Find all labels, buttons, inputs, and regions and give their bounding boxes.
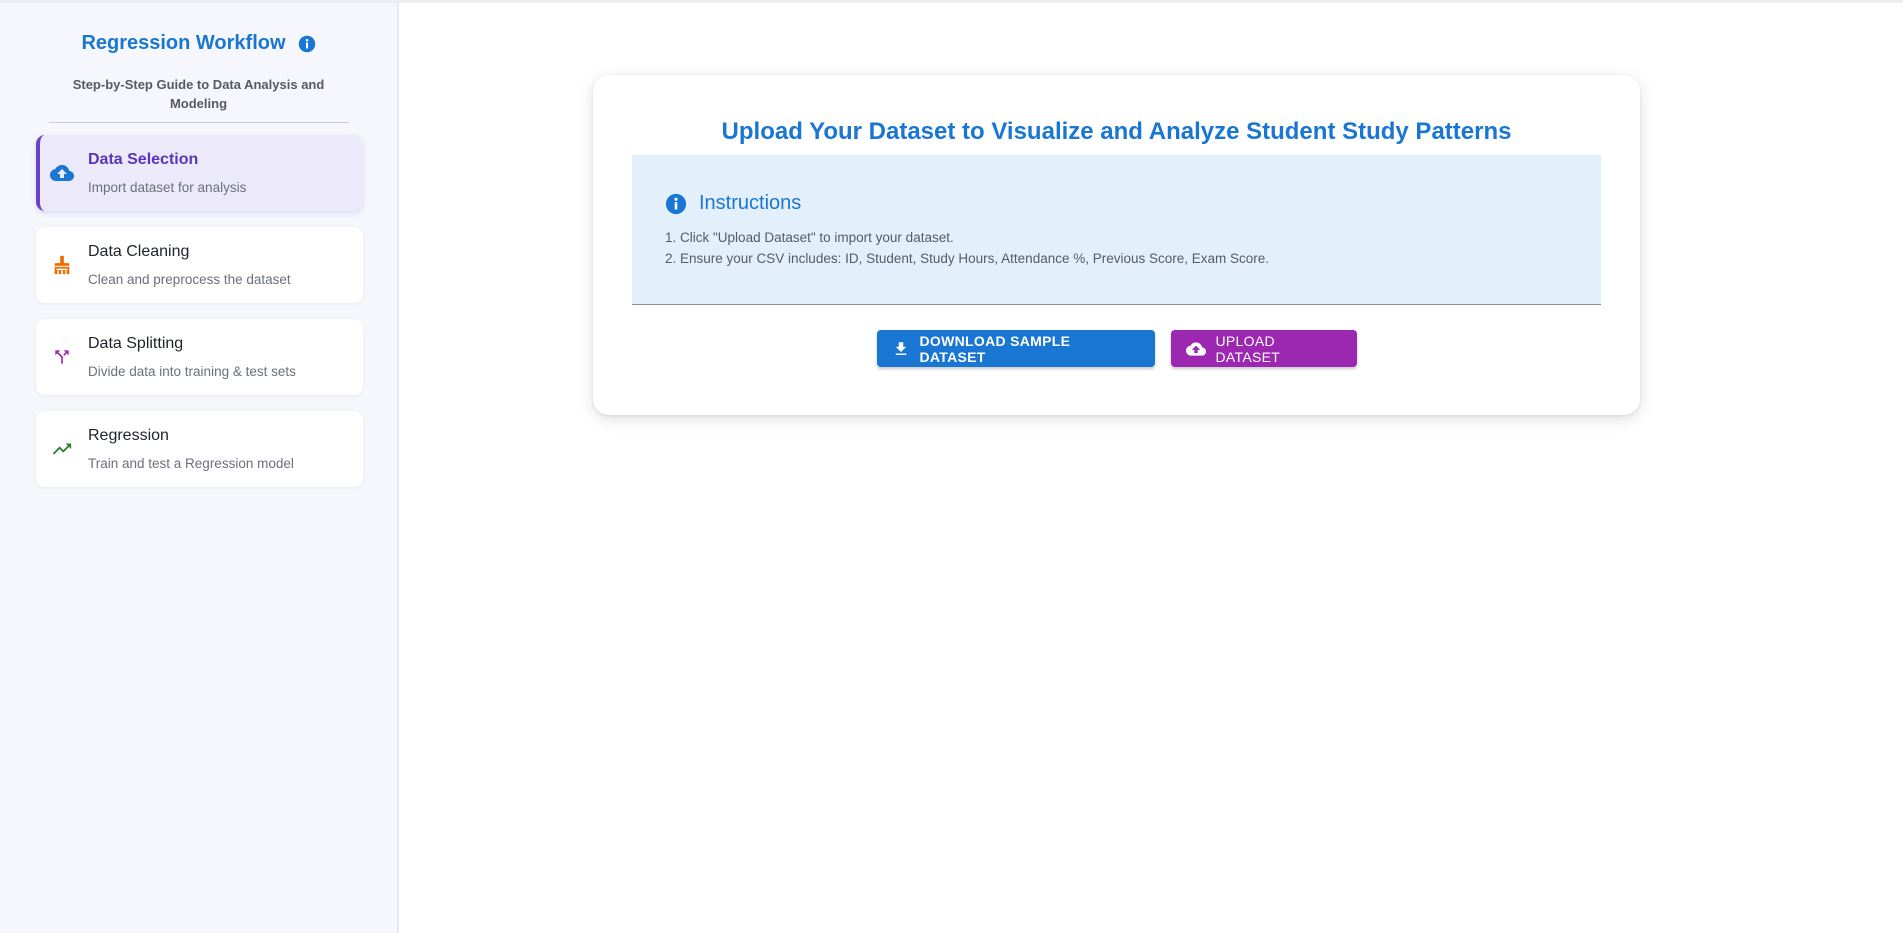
sidebar-divider	[48, 122, 349, 123]
instruction-item: 2. Ensure your CSV includes: ID, Student…	[665, 251, 1270, 266]
sidebar-subtitle: Step-by-Step Guide to Data Analysis and …	[72, 77, 325, 111]
download-icon	[892, 340, 910, 358]
instruction-item: 1. Click "Upload Dataset" to import your…	[665, 230, 954, 245]
download-sample-button[interactable]: DOWNLOAD SAMPLE DATASET	[876, 330, 1155, 367]
upload-card: Upload Your Dataset to Visualize and Ana…	[593, 75, 1640, 415]
instructions-panel: Instructions 1. Click "Upload Dataset" t…	[632, 155, 1601, 305]
trending-up-icon	[50, 437, 74, 461]
instructions-title: Instructions	[699, 192, 802, 214]
step-title: Data Cleaning	[88, 243, 190, 260]
split-icon	[50, 345, 74, 369]
step-title: Data Selection	[88, 151, 199, 168]
step-description: Divide data into training & test sets	[88, 364, 296, 379]
step-title: Regression	[88, 427, 169, 444]
step-data-selection[interactable]: Data Selection Import dataset for analys…	[36, 135, 363, 211]
instructions-header: Instructions	[665, 192, 801, 215]
step-description: Import dataset for analysis	[88, 180, 247, 195]
sidebar: Regression Workflow Step-by-Step Guide t…	[0, 3, 399, 933]
cloud-upload-icon	[1185, 339, 1206, 359]
info-icon	[665, 193, 687, 215]
upload-dataset-button[interactable]: UPLOAD DATASET	[1170, 330, 1357, 367]
step-description: Train and test a Regression model	[88, 456, 294, 471]
page-title: Upload Your Dataset to Visualize and Ana…	[721, 118, 1512, 145]
sidebar-title: Regression Workflow	[81, 32, 286, 54]
step-description: Clean and preprocess the dataset	[88, 272, 291, 287]
action-buttons: DOWNLOAD SAMPLE DATASET UPLOAD DATASET	[593, 330, 1640, 367]
download-sample-label: DOWNLOAD SAMPLE DATASET	[919, 332, 1071, 365]
cleaning-brush-icon	[50, 253, 74, 277]
info-icon[interactable]	[298, 35, 316, 53]
step-title: Data Splitting	[88, 335, 184, 352]
cloud-upload-icon	[50, 161, 74, 185]
upload-dataset-label: UPLOAD DATASET	[1215, 332, 1281, 365]
instructions-list: 1. Click "Upload Dataset" to import your…	[665, 227, 1269, 269]
step-regression[interactable]: Regression Train and test a Regression m…	[36, 411, 363, 487]
step-data-cleaning[interactable]: Data Cleaning Clean and preprocess the d…	[36, 227, 363, 303]
step-data-splitting[interactable]: Data Splitting Divide data into training…	[36, 319, 363, 395]
sidebar-header: Regression Workflow Step-by-Step Guide t…	[0, 3, 397, 123]
sidebar-title-row: Regression Workflow	[0, 32, 397, 55]
